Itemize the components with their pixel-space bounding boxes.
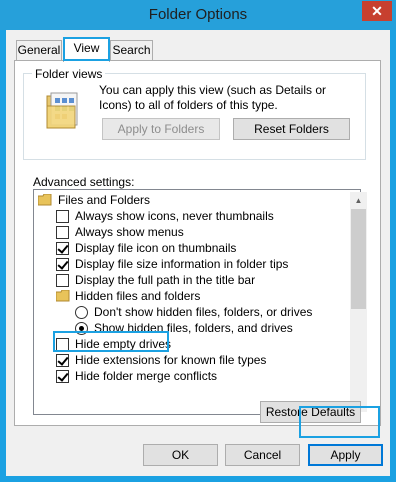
restore-defaults-button[interactable]: Restore Defaults (260, 401, 361, 423)
reset-folders-button[interactable]: Reset Folders (233, 118, 350, 140)
checkbox[interactable] (56, 274, 69, 287)
folder-views-label: Folder views (32, 67, 106, 81)
checkbox[interactable] (56, 354, 69, 367)
apply-button[interactable]: Apply (308, 444, 383, 466)
title-bar: Folder Options ✕ (0, 0, 396, 30)
scroll-up-icon[interactable]: ▲ (350, 192, 367, 209)
radio-label: Don't show hidden files, folders, or dri… (94, 305, 313, 319)
radio-button[interactable] (75, 306, 88, 319)
tab-search-label: Search (112, 43, 151, 57)
checkbox[interactable] (56, 242, 69, 255)
checkbox[interactable] (56, 226, 69, 239)
tab-view-label: View (73, 41, 100, 55)
checkbox[interactable] (56, 370, 69, 383)
window-border-bottom (0, 476, 396, 482)
radio-button[interactable] (75, 322, 88, 335)
checkbox-label: Display the full path in the title bar (75, 273, 256, 287)
tree-folder-label: Files and Folders (58, 193, 151, 207)
folder-icon (56, 290, 70, 302)
folder-views-description: You can apply this view (such as Details… (99, 83, 327, 112)
checkbox-label: Always show menus (75, 225, 184, 239)
vertical-scrollbar[interactable]: ▲ ▼ (350, 192, 367, 412)
advanced-settings-label: Advanced settings: (33, 175, 135, 189)
folder-views-icon (46, 92, 80, 133)
tab-search[interactable]: Search (110, 40, 153, 60)
apply-to-folders-button[interactable]: Apply to Folders (102, 118, 220, 140)
tab-general[interactable]: General (16, 40, 62, 60)
radio-label: Show hidden files, folders, and drives (94, 321, 293, 335)
window-title: Folder Options (148, 6, 248, 23)
checkbox-label: Hide folder merge conflicts (75, 369, 218, 383)
scroll-thumb[interactable] (351, 209, 366, 309)
checkbox-label: Hide empty drives (75, 337, 172, 351)
hide-empty-drives-checkbox[interactable] (56, 338, 69, 351)
tab-general-label: General (17, 43, 61, 57)
close-button[interactable]: ✕ (362, 1, 392, 21)
dialog-body: General View Search Folder views You can… (6, 30, 390, 476)
cancel-button[interactable]: Cancel (225, 444, 300, 466)
checkbox-label: Display file icon on thumbnails (75, 241, 237, 255)
tab-view[interactable]: View (63, 38, 110, 62)
checkbox[interactable] (56, 210, 69, 223)
checkbox[interactable] (56, 258, 69, 271)
folder-icon (38, 194, 52, 206)
checkbox-label: Always show icons, never thumbnails (75, 209, 274, 223)
checkbox-label: Display file size information in folder … (75, 257, 289, 271)
ok-button[interactable]: OK (143, 444, 218, 466)
checkbox-label: Hide extensions for known file types (75, 353, 267, 367)
tree-folder-label: Hidden files and folders (75, 289, 201, 303)
